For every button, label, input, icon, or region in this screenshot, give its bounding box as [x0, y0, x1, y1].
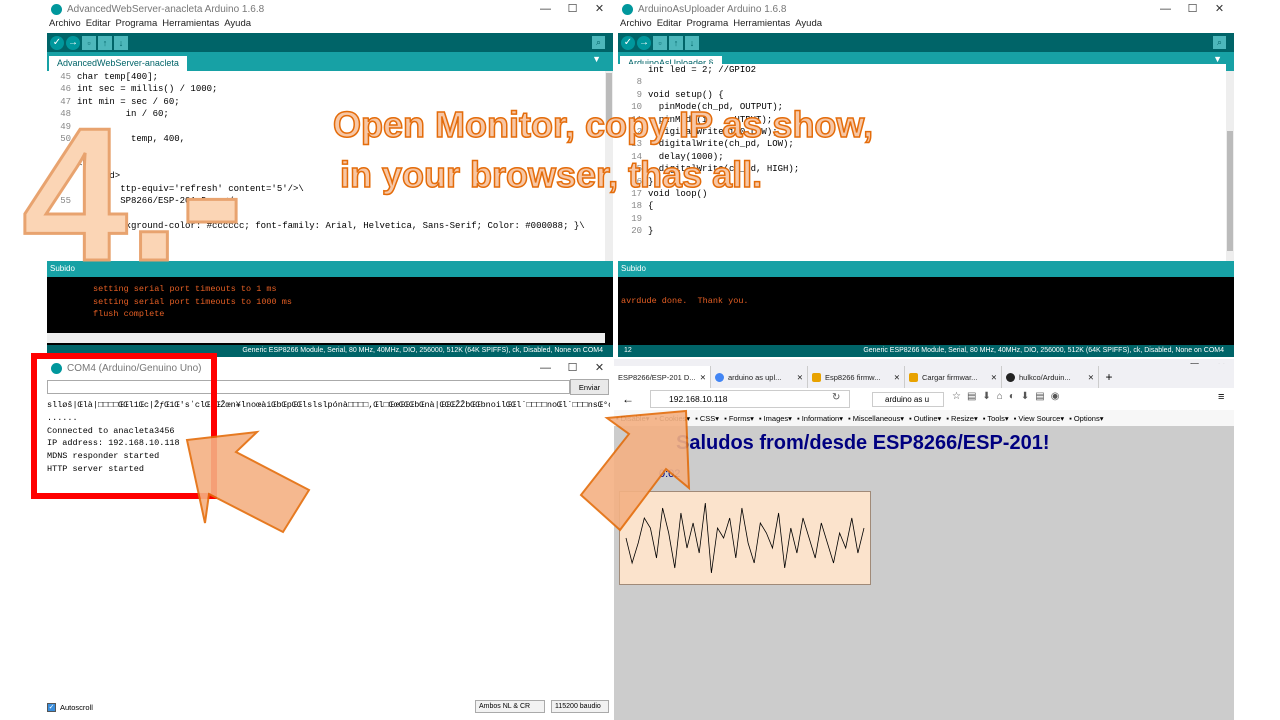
annotation-arrows [185, 409, 691, 534]
arrow-to-browser [579, 409, 691, 532]
arrow-to-serial [185, 430, 311, 534]
